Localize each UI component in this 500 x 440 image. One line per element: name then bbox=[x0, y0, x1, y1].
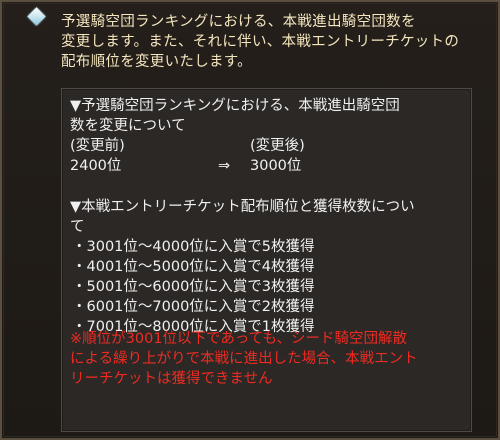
before-label: (変更前) bbox=[70, 138, 125, 154]
section-advancing-crews: ▼予選騎空団ランキングにおける、本戦進出騎空団 数を変更について (変更前) (… bbox=[70, 96, 465, 176]
notice-line: リーチケットは獲得できません bbox=[70, 371, 273, 387]
section-title: 数を変更について bbox=[70, 118, 186, 134]
before-value: 2400位 bbox=[70, 158, 122, 174]
section-ticket-distribution: ▼本戦エントリーチケット配布順位と獲得枚数につい て ・3001位〜4000位に… bbox=[70, 197, 465, 337]
notice-line: による繰り上がりで本戦に進出した場合、本戦エント bbox=[70, 351, 418, 367]
heading-line: 変更します。また、それに伴い、本戦エントリーチケットの bbox=[61, 34, 460, 50]
list-item: ・6001位〜7000位に入賞で2枚獲得 bbox=[72, 299, 315, 315]
section-title: て bbox=[70, 219, 85, 235]
announcement-heading: 予選騎空団ランキングにおける、本戦進出騎空団数を 変更します。また、それに伴い、… bbox=[61, 12, 491, 72]
ticket-reward-list: ・3001位〜4000位に入賞で5枚獲得 ・4001位〜5000位に入賞で4枚獲… bbox=[70, 237, 465, 337]
change-labels-row: (変更前) (変更後) bbox=[70, 136, 465, 156]
notice-text: ※順位が3001位以下であっても、シード騎空団解散 による繰り上がりで本戦に進出… bbox=[70, 329, 465, 389]
heading-line: 予選騎空団ランキングにおける、本戦進出騎空団数を bbox=[61, 14, 416, 30]
announcement-panel: 予選騎空団ランキングにおける、本戦進出騎空団数を 変更します。また、それに伴い、… bbox=[0, 0, 500, 440]
notice-line: ※順位が3001位以下であっても、シード騎空団解散 bbox=[70, 331, 408, 347]
section-title: ▼予選騎空団ランキングにおける、本戦進出騎空団 bbox=[70, 98, 400, 114]
arrow-icon: ⇒ bbox=[218, 158, 231, 174]
list-item: ・4001位〜5000位に入賞で4枚獲得 bbox=[72, 259, 315, 275]
after-value: 3000位 bbox=[250, 158, 302, 174]
list-item: ・3001位〜4000位に入賞で5枚獲得 bbox=[72, 239, 315, 255]
section-title: ▼本戦エントリーチケット配布順位と獲得枚数につい bbox=[70, 199, 415, 215]
heading-line: 配布順位を変更いたします。 bbox=[61, 54, 252, 70]
list-item: ・5001位〜6000位に入賞で3枚獲得 bbox=[72, 279, 315, 295]
diamond-bullet-icon bbox=[27, 7, 46, 26]
details-box: ▼予選騎空団ランキングにおける、本戦進出騎空団 数を変更について (変更前) (… bbox=[61, 88, 472, 432]
after-label: (変更後) bbox=[250, 138, 305, 154]
change-values-row: 2400位 ⇒ 3000位 bbox=[70, 156, 465, 176]
